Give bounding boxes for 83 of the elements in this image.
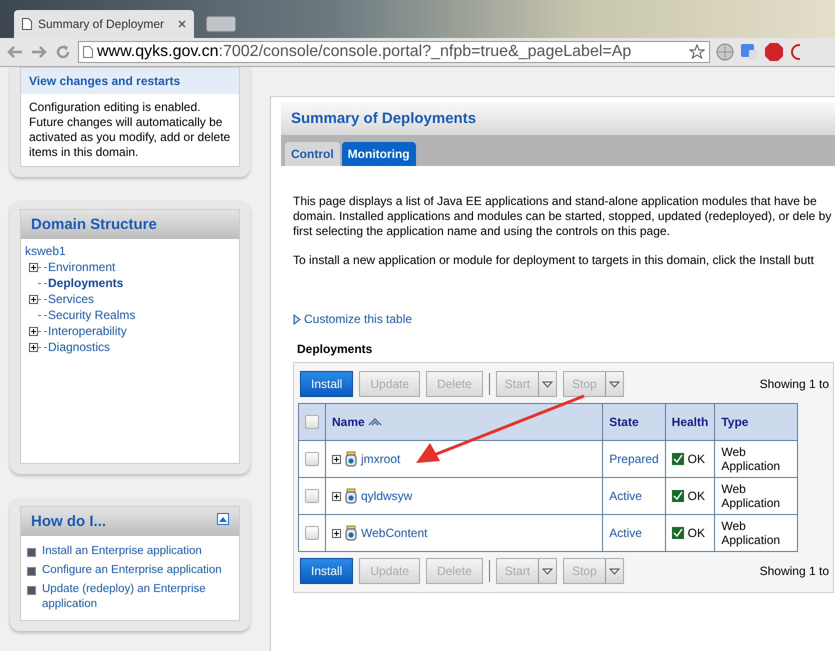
state-text: Prepared: [609, 452, 659, 466]
jar-icon: [345, 451, 357, 467]
bullet-icon: [27, 586, 36, 595]
expand-icon[interactable]: [29, 262, 38, 272]
extension-icon[interactable]: [790, 43, 800, 61]
column-header[interactable]: Type: [714, 404, 798, 440]
page-icon: [22, 18, 32, 30]
page-icon: [83, 46, 93, 58]
tree-item[interactable]: Deployments: [48, 275, 124, 291]
back-icon[interactable]: [6, 44, 24, 60]
column-header[interactable]: Health: [665, 404, 715, 440]
row-checkbox[interactable]: [305, 452, 319, 466]
page-title: Summary of Deployments: [281, 102, 835, 135]
pagination-text: Showing 1 to: [760, 564, 830, 578]
stop-sign-icon[interactable]: [764, 42, 784, 62]
check-icon: [672, 490, 684, 502]
caret-icon: [608, 380, 620, 388]
tree-item[interactable]: Services: [48, 291, 94, 307]
help-link[interactable]: Install an Enterprise application: [42, 544, 202, 559]
jar-icon: [345, 525, 357, 541]
expand-icon[interactable]: [29, 342, 38, 352]
toolbar-button[interactable]: Install: [300, 558, 354, 584]
toolbar-button[interactable]: Install: [300, 371, 354, 397]
tab-title: Summary of Deploymer: [38, 17, 166, 31]
expand-icon[interactable]: [332, 454, 341, 464]
sort-icon[interactable]: [368, 417, 382, 426]
deployment-link[interactable]: jmxroot: [361, 452, 400, 466]
tree-root-link[interactable]: ksweb1: [25, 244, 66, 258]
address-bar[interactable]: www.qyks.gov.cn:7002/console/console.portal?_nfpb=true&_pageLabel=Ap: [78, 41, 710, 63]
health-text: OK: [688, 452, 706, 466]
table-cell: Web Application: [714, 478, 798, 514]
column-header[interactable]: Name: [326, 404, 603, 440]
bullet-icon: [27, 548, 36, 557]
jar-icon: [345, 488, 357, 504]
check-icon: [672, 527, 684, 539]
new-tab-button[interactable]: [206, 16, 236, 32]
check-icon: [672, 453, 684, 465]
globe-icon[interactable]: [716, 43, 734, 61]
collapse-icon[interactable]: [217, 513, 229, 525]
table-title: Deployments: [296, 342, 374, 356]
state-text: Active: [609, 489, 642, 503]
translate-icon[interactable]: [740, 43, 758, 61]
expand-icon[interactable]: [29, 326, 38, 336]
deployment-link[interactable]: qyldwsyw: [361, 489, 412, 503]
star-icon[interactable]: [689, 44, 705, 60]
table-cell: Web Application: [714, 514, 798, 552]
tree-item[interactable]: Security Realms: [48, 307, 136, 323]
triangle-icon: [293, 314, 301, 324]
panel-title: How do I...: [31, 513, 106, 530]
customize-link[interactable]: Customize this table: [304, 312, 412, 326]
close-icon[interactable]: [178, 20, 186, 28]
row-checkbox[interactable]: [305, 526, 319, 540]
status-message: Configuration editing is enabled. Future changes will automatically be activated as you modify, add or delete items in this domain.: [28, 99, 232, 161]
tab[interactable]: Monitoring: [342, 142, 416, 166]
tree-item[interactable]: Interoperability: [48, 323, 127, 339]
help-link[interactable]: Update (redeploy) an Enterprise application: [42, 582, 235, 612]
panel-title: View changes and restarts: [21, 68, 239, 94]
tab[interactable]: Control: [285, 142, 340, 166]
bullet-icon: [27, 567, 36, 576]
reload-icon[interactable]: [54, 44, 72, 60]
column-header[interactable]: State: [602, 404, 666, 440]
caret-icon: [542, 380, 554, 388]
caret-icon: [608, 568, 620, 574]
forward-icon[interactable]: [30, 44, 48, 60]
expand-icon[interactable]: [29, 294, 38, 304]
select-all-checkbox[interactable]: [305, 415, 319, 429]
tree-item[interactable]: Environment: [48, 259, 116, 275]
browser-tab[interactable]: Summary of Deploymer: [14, 10, 194, 38]
deployment-link[interactable]: WebContent: [361, 526, 428, 540]
health-text: OK: [688, 489, 706, 503]
description-text: This page displays a list of Java EE applications and stand-alone application modules that have be domain. Installed applications and modules can be started, stopped, updated (redeployed), or dele by first selecting the application name and using the controls on this page.: [293, 194, 832, 239]
expand-icon[interactable]: [332, 528, 341, 538]
help-link[interactable]: Configure an Enterprise application: [42, 563, 222, 578]
description-text: To install a new application or module for deployment to targets in this domain, click the Install butt: [293, 253, 815, 268]
pagination-text: Showing 1 to: [760, 377, 830, 391]
table-cell: Web Application: [714, 440, 798, 478]
tree-item[interactable]: Diagnostics: [48, 339, 110, 355]
health-text: OK: [688, 526, 706, 540]
panel-title: Domain Structure: [31, 216, 157, 233]
expand-icon[interactable]: [332, 492, 341, 500]
caret-icon: [542, 568, 554, 574]
state-text: Active: [609, 526, 642, 540]
row-checkbox[interactable]: [305, 489, 319, 503]
